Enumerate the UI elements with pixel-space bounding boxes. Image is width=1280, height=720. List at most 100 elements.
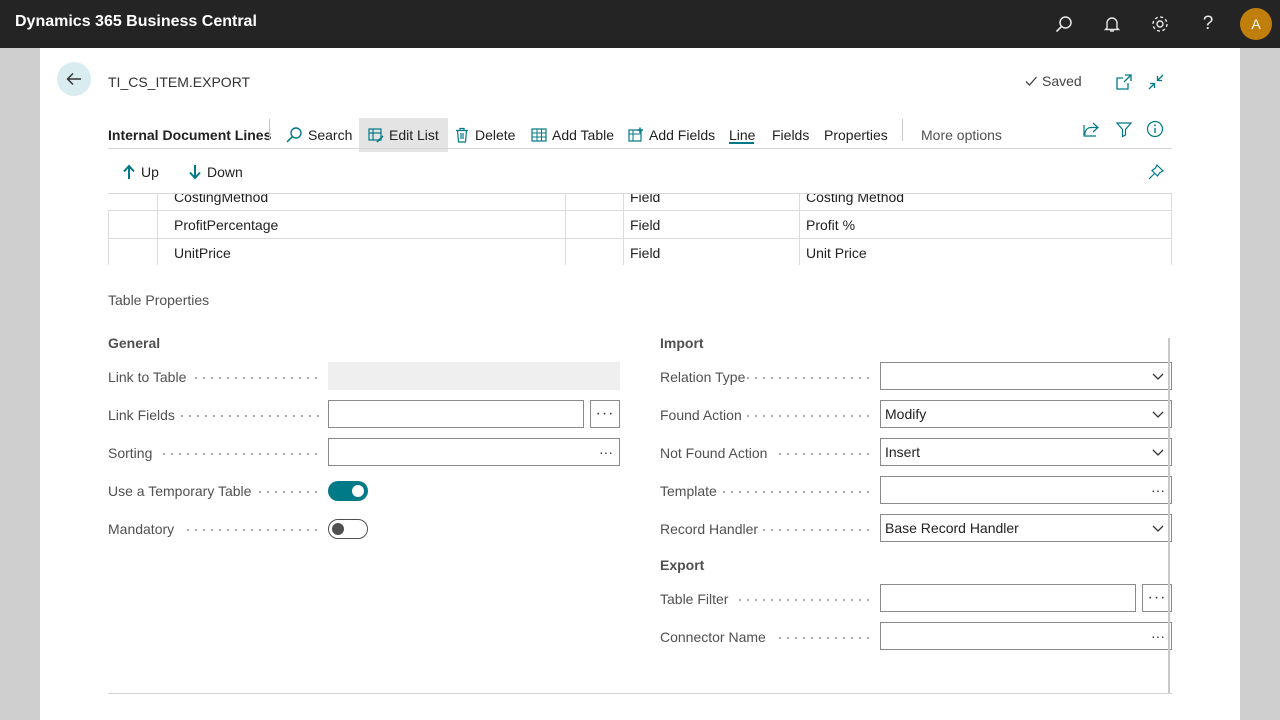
search-icon [286, 127, 302, 143]
add-fields-button[interactable]: Add Fields [628, 118, 715, 152]
leader-dots [776, 453, 872, 455]
leader-dots [184, 529, 320, 531]
app-title: Dynamics 365 Business Central [15, 13, 257, 30]
ellipsis-icon[interactable]: ··· [1151, 623, 1165, 649]
tab-properties[interactable]: Properties [824, 118, 888, 152]
connector-name-label: Connector Name [660, 629, 766, 645]
page-title: TI_CS_ITEM.EXPORT [108, 74, 251, 90]
grid-cell[interactable] [565, 211, 623, 239]
chevron-down-icon [1152, 411, 1164, 418]
leader-dots [720, 491, 872, 493]
ellipsis-icon[interactable]: ··· [1151, 477, 1165, 503]
table-icon [531, 128, 547, 142]
delete-icon [456, 127, 468, 143]
use-temporary-table-label: Use a Temporary Table [108, 483, 252, 499]
table-row[interactable]: ProfitPercentage Field Profit % [108, 211, 1172, 239]
table-row[interactable]: CostingMethod Field Costing Method [108, 194, 1172, 211]
relation-type-select[interactable] [880, 362, 1172, 390]
grid-cell-name[interactable]: CostingMethod [157, 194, 565, 211]
mandatory-toggle[interactable] [328, 519, 368, 539]
scrollbar[interactable] [1168, 338, 1170, 693]
not-found-action-label: Not Found Action [660, 445, 768, 461]
grid-cell-type[interactable]: Field [623, 194, 799, 211]
share-icon[interactable] [1081, 119, 1101, 139]
leader-dots [192, 377, 320, 379]
grid-cell-name[interactable]: ProfitPercentage [157, 211, 565, 239]
link-fields-lookup-button[interactable]: ··· [590, 400, 620, 428]
arrow-left-icon [66, 72, 81, 86]
table-filter-input[interactable] [880, 584, 1136, 612]
active-tab-underline [729, 142, 754, 144]
link-to-table-label: Link to Table [108, 369, 187, 385]
chevron-down-icon [1152, 525, 1164, 532]
found-action-label: Found Action [660, 407, 742, 423]
back-button[interactable] [57, 62, 91, 96]
ellipsis-icon: ··· [595, 405, 615, 422]
link-to-table-field [328, 362, 620, 390]
move-down-button[interactable]: Down [188, 155, 243, 189]
tab-line[interactable]: Line [729, 118, 755, 152]
grid-cell[interactable] [565, 194, 623, 211]
filter-icon[interactable] [1114, 119, 1134, 139]
toggle-knob [352, 485, 364, 497]
bell-icon[interactable] [1100, 12, 1124, 36]
grid-cell-type[interactable]: Field [623, 211, 799, 239]
leader-dots [178, 415, 320, 417]
check-icon [1025, 76, 1037, 86]
lines-grid: CostingMethod Field Costing Method Profi… [40, 194, 1240, 265]
grid-cell-caption[interactable]: Profit % [799, 211, 1172, 239]
ellipsis-icon[interactable]: ··· [599, 439, 613, 465]
connector-name-field[interactable]: ··· [880, 622, 1172, 650]
grid-cell-name[interactable]: UnitPrice [157, 239, 565, 265]
edit-list-icon [368, 128, 384, 143]
row-selector[interactable] [108, 211, 157, 239]
template-field[interactable]: ··· [880, 476, 1172, 504]
ellipsis-icon: ··· [1147, 589, 1167, 606]
part-title: Internal Document Lines [108, 127, 272, 143]
found-action-select[interactable]: Modify [880, 400, 1172, 428]
grid-cell[interactable] [565, 239, 623, 265]
search-icon[interactable] [1052, 12, 1076, 36]
leader-dots [256, 491, 320, 493]
grid-cell-type[interactable]: Field [623, 239, 799, 265]
link-fields-input[interactable] [328, 400, 584, 428]
section-title[interactable]: Table Properties [108, 292, 209, 308]
grid-cell-caption[interactable]: Unit Price [799, 239, 1172, 265]
avatar[interactable]: A [1240, 8, 1272, 40]
record-handler-select[interactable]: Base Record Handler [880, 514, 1172, 542]
table-filter-label: Table Filter [660, 591, 729, 607]
saved-status: Saved [1024, 73, 1082, 89]
help-icon[interactable]: ? [1196, 12, 1220, 36]
delete-button[interactable]: Delete [454, 118, 515, 152]
add-table-button[interactable]: Add Table [531, 118, 614, 152]
row-selector[interactable] [108, 194, 157, 211]
toggle-knob [332, 523, 344, 535]
divider [108, 693, 1172, 694]
open-new-window-icon[interactable] [1114, 72, 1134, 92]
record-handler-label: Record Handler [660, 521, 759, 537]
group-title-export: Export [660, 557, 705, 573]
gear-icon[interactable] [1148, 12, 1172, 36]
group-title-import: Import [660, 335, 704, 351]
divider [269, 119, 270, 141]
leader-dots [744, 377, 872, 379]
template-label: Template [660, 483, 717, 499]
use-temporary-table-toggle[interactable] [328, 481, 368, 501]
grid-cell-caption[interactable]: Costing Method [799, 194, 1172, 211]
row-selector[interactable] [108, 239, 157, 265]
edit-list-button[interactable]: Edit List [359, 118, 448, 152]
leader-dots [160, 453, 320, 455]
search-button[interactable]: Search [285, 118, 352, 152]
leader-dots [776, 637, 872, 639]
more-options-button[interactable]: More options [921, 118, 1002, 152]
move-up-button[interactable]: Up [122, 155, 159, 189]
mandatory-label: Mandatory [108, 521, 175, 537]
tab-fields[interactable]: Fields [772, 118, 809, 152]
not-found-action-select[interactable]: Insert [880, 438, 1172, 466]
sorting-field[interactable]: ··· [328, 438, 620, 466]
pin-icon[interactable] [1146, 162, 1166, 182]
backdrop-left [0, 48, 40, 720]
collapse-icon[interactable] [1146, 72, 1166, 92]
table-row[interactable]: UnitPrice Field Unit Price [108, 239, 1172, 265]
info-icon[interactable] [1145, 119, 1165, 139]
